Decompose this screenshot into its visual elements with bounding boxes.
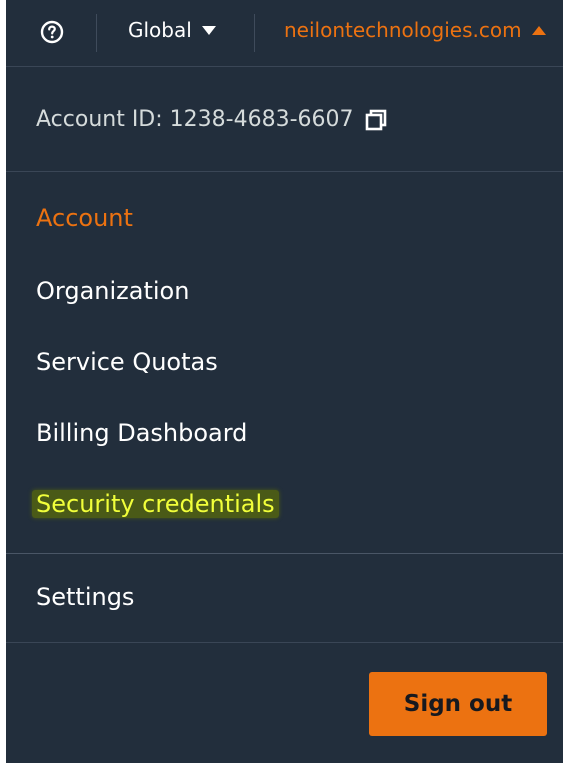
account-menu-list: Account Organization Service Quotas Bill…	[6, 172, 563, 554]
divider	[254, 14, 255, 52]
menu-item-service-quotas[interactable]: Service Quotas	[36, 348, 218, 376]
menu-item-security-credentials[interactable]: Security credentials	[32, 490, 279, 518]
account-id-row: Account ID: 1238-4683-6607	[6, 67, 563, 172]
account-id: Account ID: 1238-4683-6607	[36, 107, 388, 132]
menu-item-billing-dashboard[interactable]: Billing Dashboard	[36, 419, 247, 447]
caret-up-icon	[531, 25, 546, 35]
caret-down-icon	[201, 25, 216, 35]
help-circle-icon[interactable]	[40, 20, 64, 44]
settings-section: Settings	[6, 554, 563, 643]
menu-item-settings[interactable]: Settings	[36, 583, 134, 611]
security-credentials-label: Security credentials	[32, 490, 279, 518]
account-dropdown-menu: Global neilontechnologies.com Account ID…	[6, 0, 563, 763]
menu-item-account[interactable]: Account	[36, 204, 133, 232]
account-name-label: neilontechnologies.com	[284, 18, 522, 42]
region-selector[interactable]: Global	[128, 18, 216, 42]
account-id-text: Account ID: 1238-4683-6607	[36, 107, 354, 132]
top-navigation-bar: Global neilontechnologies.com	[6, 0, 563, 67]
region-label: Global	[128, 18, 192, 42]
account-menu-toggle[interactable]: neilontechnologies.com	[284, 18, 546, 42]
divider	[96, 14, 97, 52]
sign-out-button[interactable]: Sign out	[369, 672, 547, 736]
copy-icon[interactable]	[364, 108, 388, 132]
menu-item-organization[interactable]: Organization	[36, 277, 189, 305]
